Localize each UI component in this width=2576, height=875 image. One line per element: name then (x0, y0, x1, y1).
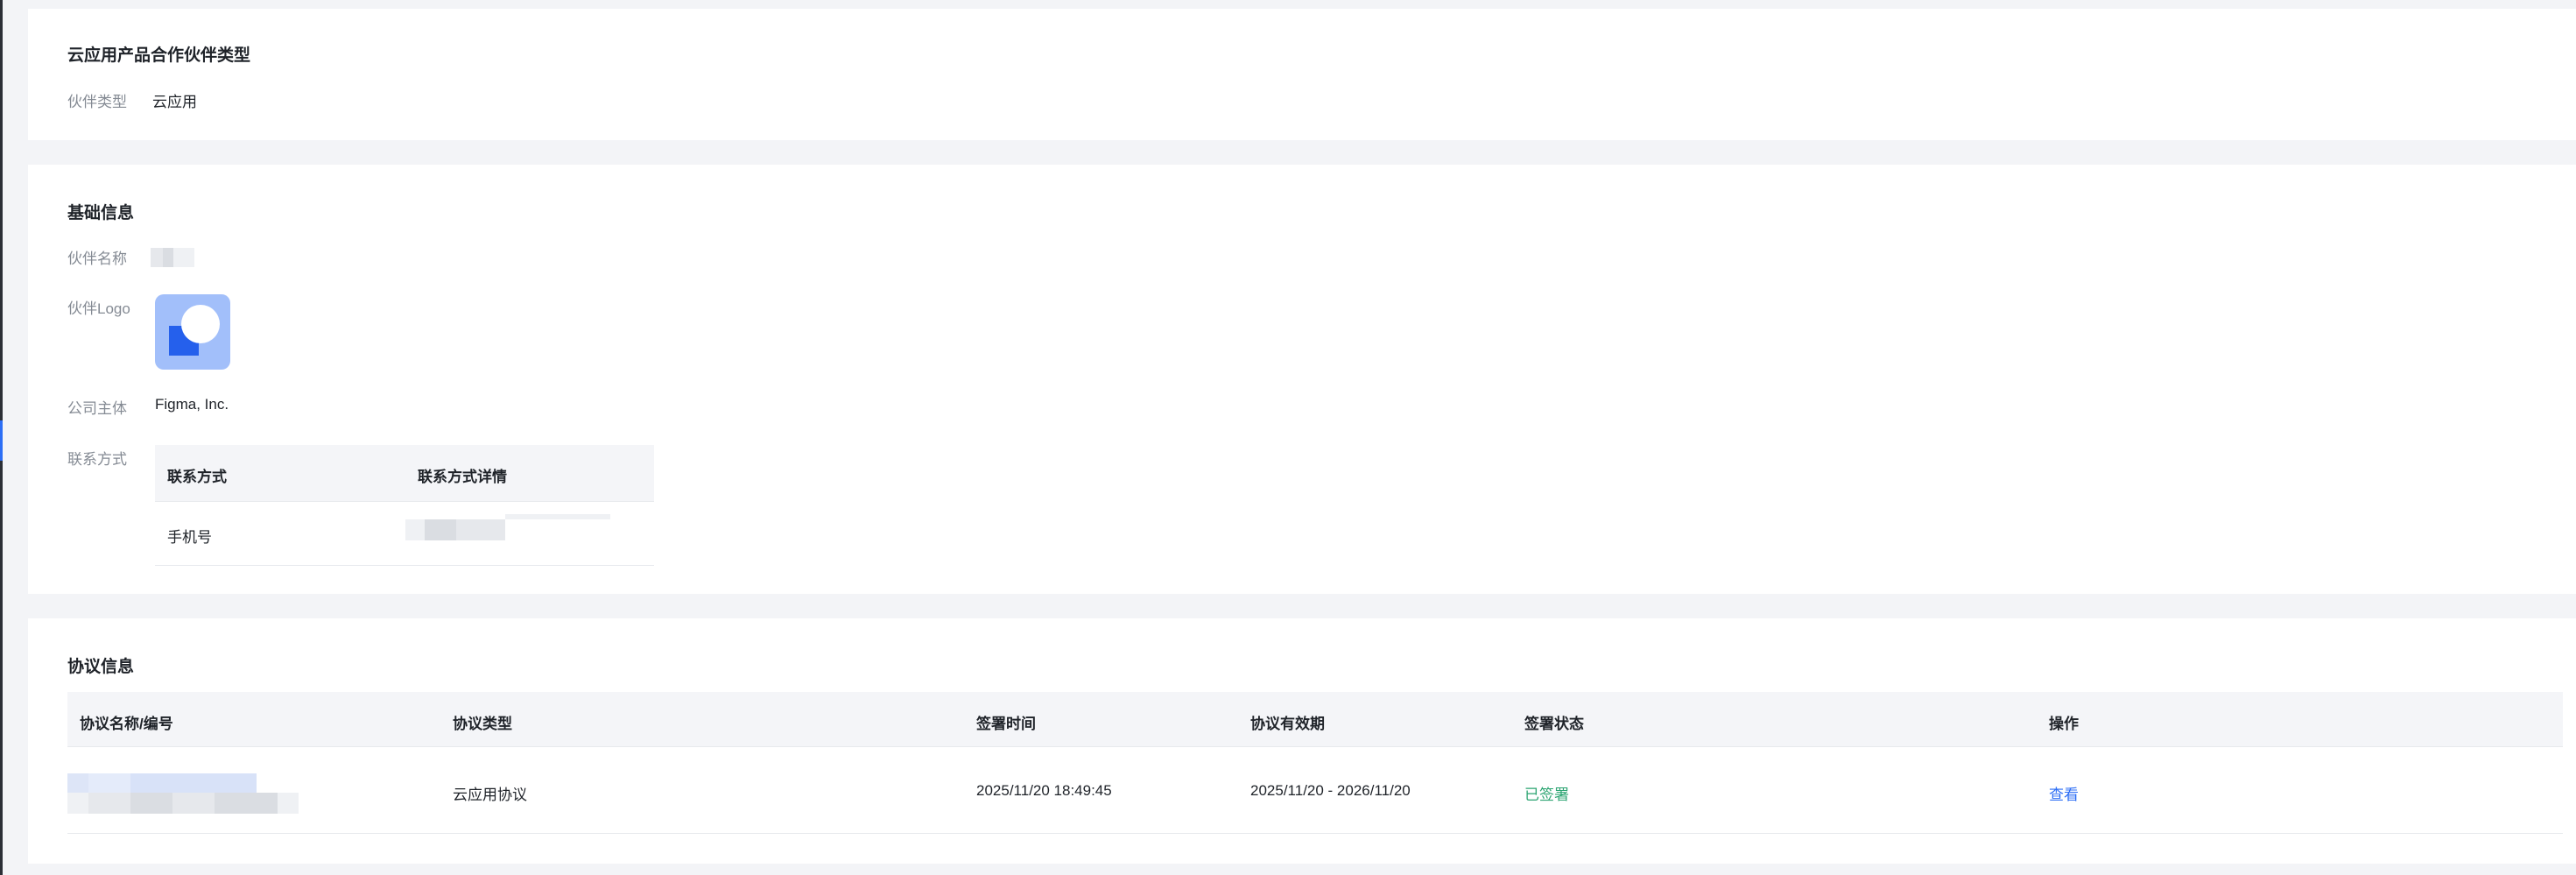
agreement-col-validity: 协议有效期 (1250, 716, 1325, 732)
agreement-info-card: 协议信息 协议名称/编号 协议类型 签署时间 协议有效期 签署状态 操作 云应用… (28, 618, 2576, 864)
agreement-col-type: 协议类型 (453, 716, 512, 732)
agreement-col-signed-at: 签署时间 (976, 716, 1036, 732)
agreement-col-status: 签署状态 (1524, 716, 1584, 732)
sidebar-active-indicator (0, 420, 3, 461)
contact-type-cell: 手机号 (167, 529, 212, 546)
agreement-col-action: 操作 (2049, 716, 2079, 732)
agreement-validity-cell: 2025/11/20 - 2026/11/20 (1250, 782, 1411, 799)
agreement-signed-at-cell: 2025/11/20 18:49:45 (976, 782, 1112, 799)
partner-logo-label: 伙伴Logo (67, 300, 130, 317)
agreement-table: 协议名称/编号 协议类型 签署时间 协议有效期 签署状态 操作 云应用协议 20… (67, 692, 2563, 834)
basic-info-title: 基础信息 (67, 204, 135, 222)
status-badge: 已签署 (1524, 787, 1569, 803)
agreement-info-title: 协议信息 (67, 658, 135, 676)
table-row: 云应用协议 2025/11/20 18:49:45 2025/11/20 - 2… (67, 747, 2563, 834)
partner-type-card: 云应用产品合作伙伴类型 伙伴类型 云应用 (28, 9, 2576, 140)
partner-logo-image (155, 294, 230, 370)
partner-type-title: 云应用产品合作伙伴类型 (67, 46, 251, 65)
left-sidebar-edge (0, 0, 3, 875)
contact-label: 联系方式 (67, 451, 127, 468)
table-row: 手机号 (155, 502, 654, 566)
agreement-table-header: 协议名称/编号 协议类型 签署时间 协议有效期 签署状态 操作 (67, 692, 2563, 747)
view-agreement-link[interactable]: 查看 (2049, 782, 2079, 804)
agreement-type-cell: 云应用协议 (453, 787, 527, 803)
partner-name-label: 伙伴名称 (67, 251, 127, 267)
partner-type-label: 伙伴类型 (67, 94, 127, 110)
basic-info-card: 基础信息 伙伴名称 伙伴Logo 公司主体 Figma, Inc. 联系方式 联… (28, 165, 2576, 594)
company-label: 公司主体 (67, 400, 127, 417)
partner-type-value: 云应用 (152, 94, 197, 110)
company-value: Figma, Inc. (155, 396, 229, 413)
contact-col-type: 联系方式 (167, 469, 227, 485)
contact-col-detail: 联系方式详情 (418, 469, 507, 485)
contact-table: 联系方式 联系方式详情 手机号 (155, 445, 654, 566)
agreement-col-name: 协议名称/编号 (80, 716, 173, 732)
contact-table-header: 联系方式 联系方式详情 (155, 445, 654, 502)
